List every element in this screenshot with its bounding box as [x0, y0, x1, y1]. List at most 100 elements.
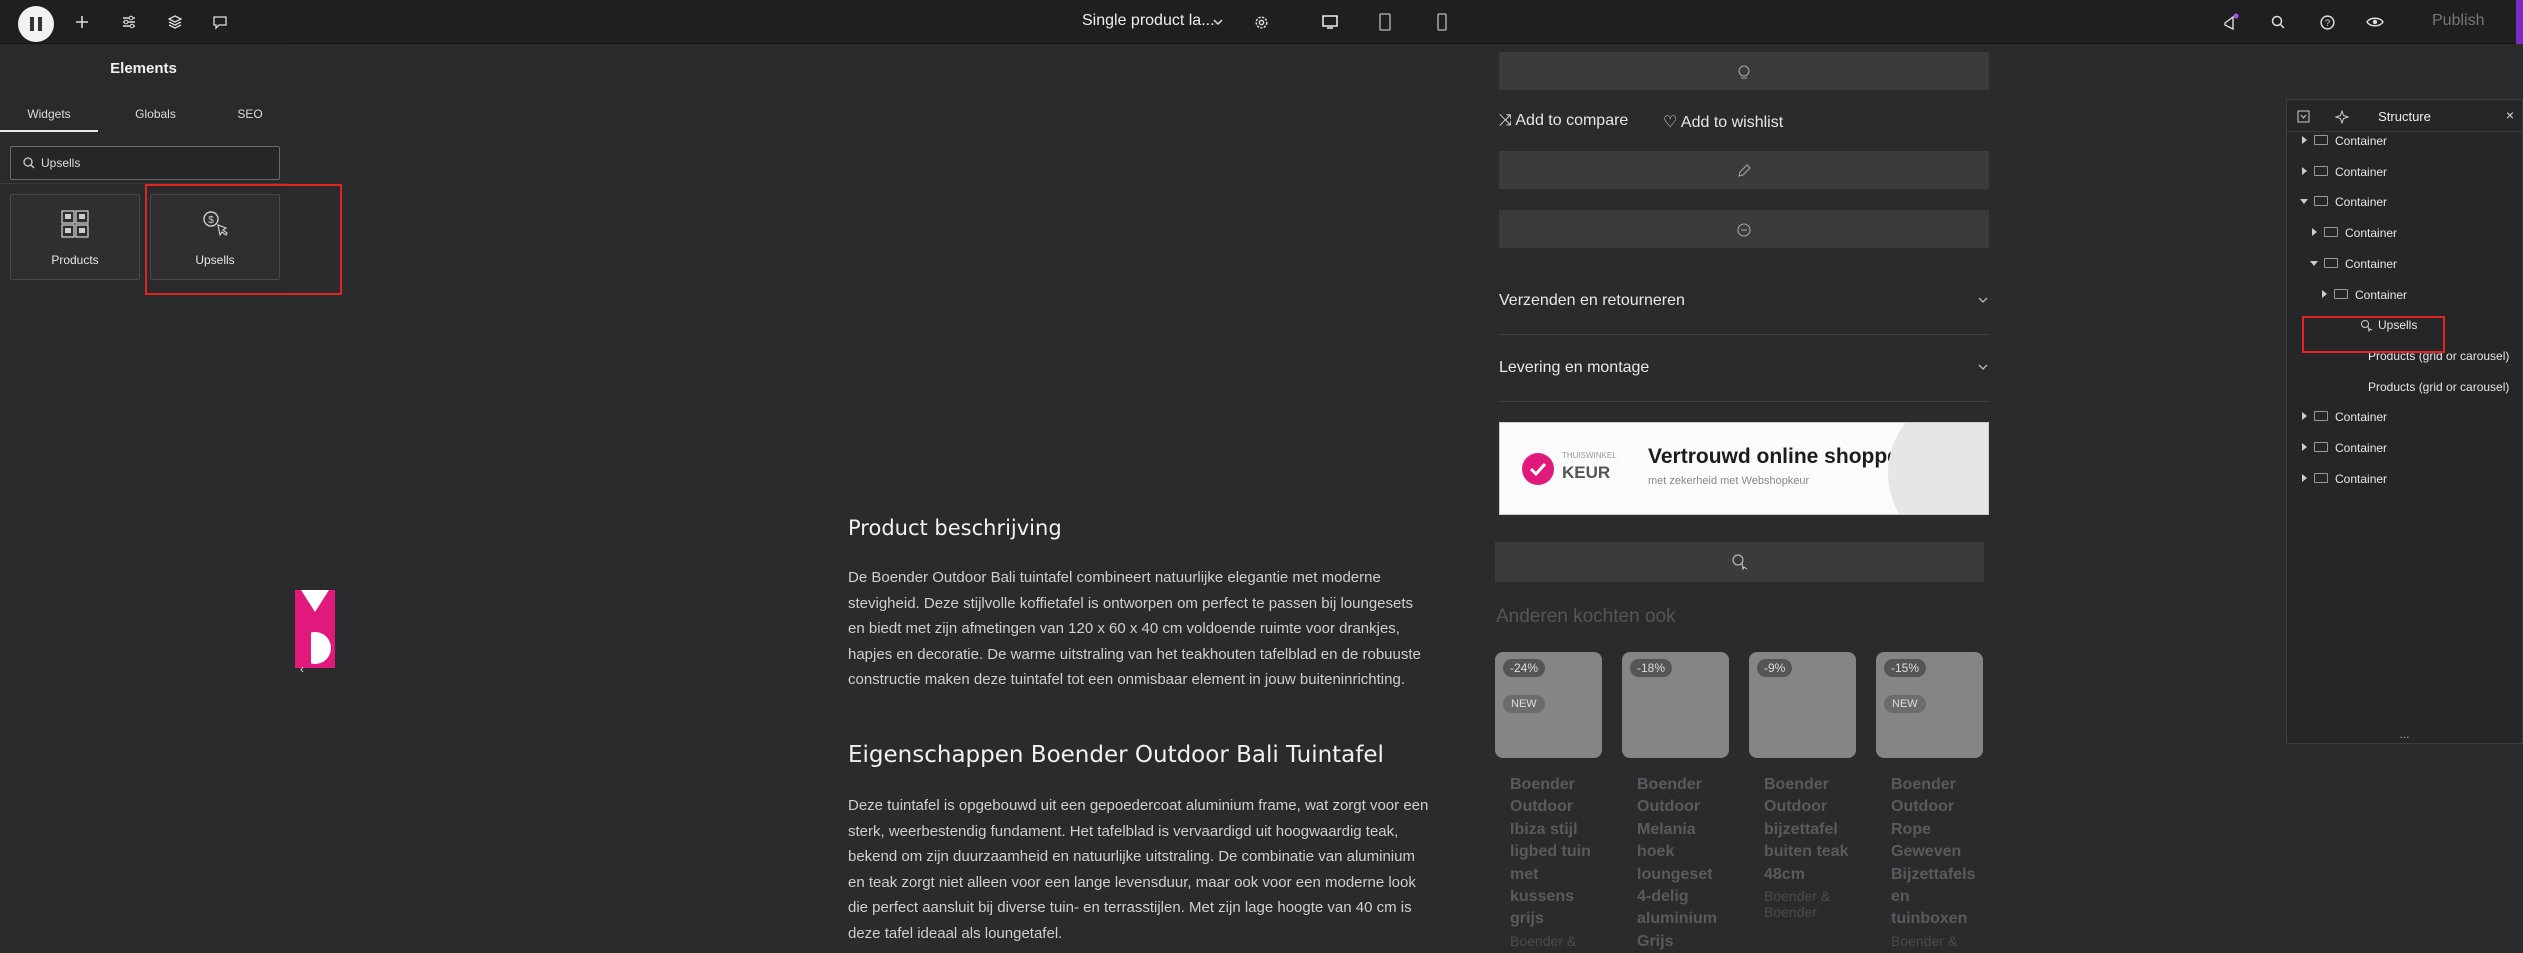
description-text: De Boender Outdoor Bali tuintafel combin…	[848, 569, 1421, 688]
caret-right-icon[interactable]	[2300, 473, 2308, 482]
keur-logo-icon	[1522, 453, 1554, 485]
wishlist-link[interactable]: ♡ Add to wishlist	[1663, 112, 1783, 132]
structure-item-label: Container	[2345, 226, 2398, 241]
gear-icon[interactable]	[1247, 8, 1275, 36]
structure-title: Structure	[2378, 109, 2431, 124]
product-image[interactable]: -18%	[1622, 652, 1729, 758]
tablet-icon[interactable]	[1371, 8, 1399, 36]
compare-link[interactable]: ⤨ Add to compare	[1499, 112, 1628, 130]
container-icon	[2314, 196, 2328, 207]
preview-eye-icon[interactable]	[2361, 8, 2389, 36]
container-icon	[2324, 227, 2338, 238]
mobile-icon[interactable]	[1428, 8, 1456, 36]
container-icon	[2334, 288, 2348, 299]
publish-button[interactable]: Publish	[2432, 12, 2484, 30]
keur-decor	[1888, 423, 1988, 514]
caret-down-icon[interactable]	[2310, 259, 2318, 267]
caret-right-icon[interactable]	[2310, 228, 2318, 237]
refresh-icon	[1737, 223, 1751, 237]
tab-globals[interactable]: Globals	[98, 96, 213, 132]
structure-panel: Structure × Container Container Container C…	[2286, 99, 2523, 744]
structure-item[interactable]: Container	[2287, 223, 2522, 245]
close-icon[interactable]: ×	[2506, 107, 2514, 123]
help-icon[interactable]: ?	[2313, 8, 2341, 36]
product-card[interactable]: -18% Boender Outdoor Melania hoek lounge…	[1622, 652, 1729, 953]
layers-icon[interactable]	[161, 8, 189, 36]
product-card[interactable]: -24% NEW Boender Outdoor Ibiza stijl lig…	[1495, 652, 1602, 949]
product-image[interactable]: -24% NEW	[1495, 652, 1602, 758]
widget-products[interactable]: Products	[10, 194, 140, 280]
accordion-shipping[interactable]: Verzenden en retourneren	[1499, 292, 1989, 310]
placeholder-bar[interactable]	[1499, 52, 1989, 90]
properties-text: Deze tuintafel is opgebouwd uit een gepo…	[848, 797, 1429, 942]
pencil-icon	[1738, 164, 1751, 177]
caret-right-icon[interactable]	[2320, 289, 2328, 298]
product-name[interactable]: Boender Outdoor bijzettafel buiten teak …	[1749, 774, 1849, 886]
product-brand: Boender &	[1510, 932, 1577, 949]
search-icon[interactable]	[2264, 8, 2292, 36]
structure-item-label: Container	[2355, 287, 2408, 302]
accordion-title: Verzenden en retourneren	[1499, 292, 1685, 309]
structure-item-label: Container	[2335, 471, 2388, 486]
accordion-delivery[interactable]: Levering en montage	[1499, 359, 1989, 377]
caret-right-icon[interactable]	[2300, 166, 2308, 175]
resize-handle[interactable]: ...	[2287, 727, 2522, 741]
product-name[interactable]: Boender Outdoor Ibiza stijl ligbed tuin …	[1495, 774, 1595, 931]
properties-heading: Eigenschappen Boender Outdoor Bali Tuint…	[848, 742, 1384, 768]
structure-item[interactable]: Container	[2287, 162, 2522, 184]
upsells-widget-placeholder[interactable]	[1495, 542, 1984, 582]
structure-item[interactable]: Container	[2287, 407, 2522, 429]
product-card[interactable]: -15% NEW Boender Outdoor Rope Geweven Bi…	[1876, 652, 1983, 949]
top-bar: Single product la... ? Publish	[0, 0, 2523, 44]
structure-item[interactable]: Container	[2287, 254, 2522, 276]
discount-badge: -18%	[1630, 659, 1673, 677]
caret-right-icon[interactable]	[2300, 412, 2308, 421]
chevron-left-icon[interactable]: ‹	[300, 662, 304, 676]
comments-icon[interactable]	[206, 8, 234, 36]
whats-new-icon[interactable]	[2217, 8, 2245, 36]
structure-item-label: Container	[2335, 441, 2388, 455]
elementor-logo-icon[interactable]	[18, 6, 54, 42]
caret-right-icon[interactable]	[2300, 443, 2308, 451]
product-image[interactable]: -9%	[1749, 652, 1856, 758]
description-heading: Product beschrijving	[848, 516, 1062, 540]
structure-item[interactable]: Container	[2287, 285, 2522, 307]
desktop-icon[interactable]	[1316, 8, 1344, 36]
caret-down-icon[interactable]	[2300, 197, 2308, 205]
structure-item[interactable]: Products (grid or carousel)	[2287, 377, 2522, 399]
chevron-down-icon	[1978, 297, 1988, 303]
chevron-down-icon[interactable]	[1204, 8, 1232, 36]
placeholder-bar[interactable]	[1499, 151, 1989, 189]
caret-right-icon[interactable]	[2300, 136, 2308, 144]
accent-strip	[2516, 0, 2523, 44]
container-icon	[2324, 257, 2338, 268]
discount-badge: -15%	[1884, 659, 1927, 677]
document-title[interactable]: Single product la...	[1082, 12, 1215, 30]
product-name[interactable]: Boender Outdoor Melania hoek loungeset 4…	[1622, 774, 1722, 953]
search-value: Upsells	[41, 156, 81, 170]
product-brand: Boender & Boender	[1764, 888, 1831, 921]
structure-item[interactable]: Container	[2287, 192, 2522, 214]
tab-seo[interactable]: SEO	[213, 96, 287, 132]
settings-sliders-icon[interactable]	[115, 8, 143, 36]
product-card[interactable]: -9% Boender Outdoor bijzettafel buiten t…	[1749, 652, 1856, 920]
add-icon[interactable]	[68, 8, 96, 36]
products-grid-icon	[61, 210, 89, 238]
widget-icon	[1738, 65, 1750, 79]
tab-widgets[interactable]: Widgets	[0, 96, 98, 132]
discount-badge: -9%	[1757, 659, 1793, 677]
product-image[interactable]: -15% NEW	[1876, 652, 1983, 758]
product-name[interactable]: Boender Outdoor Rope Geweven Bijzettafel…	[1876, 774, 1976, 931]
panel-title: Elements	[110, 60, 177, 77]
new-badge: NEW	[1884, 695, 1926, 713]
thuiswinkel-keur-banner[interactable]: THUISWINKEL KEUR Vertrouwd online shoppe…	[1499, 422, 1989, 515]
placeholder-bar[interactable]	[1499, 210, 1989, 248]
widget-search-input[interactable]: Upsells	[10, 146, 280, 180]
new-badge: NEW	[1503, 695, 1545, 713]
decor-pink-tab	[295, 590, 335, 668]
structure-item[interactable]: Container	[2287, 469, 2522, 491]
structure-item[interactable]: Container	[2287, 438, 2522, 460]
structure-item-label: Container	[2345, 256, 2398, 271]
divider	[1499, 334, 1989, 335]
structure-item[interactable]: Container	[2287, 131, 2522, 153]
